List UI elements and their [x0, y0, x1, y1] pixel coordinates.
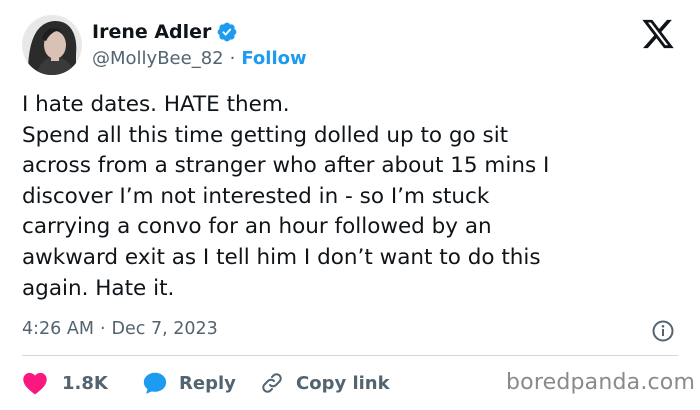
like-button[interactable]: 1.8K: [22, 371, 142, 395]
link-icon: [260, 371, 284, 395]
reply-button[interactable]: Reply: [142, 370, 260, 396]
tweet-date: Dec 7, 2023: [111, 319, 218, 339]
divider: [22, 355, 678, 356]
tweet-text: I hate dates. HATE them. Spend all this …: [22, 90, 682, 304]
timestamp-separator: ·: [99, 319, 106, 339]
handle-separator: ·: [229, 48, 236, 69]
like-count: 1.8K: [62, 372, 108, 394]
speech-bubble-icon: [142, 370, 168, 396]
action-bar: 1.8K Reply Copy link: [22, 368, 390, 398]
tweet-line: awkward exit as I tell him I don’t want …: [22, 244, 541, 270]
avatar-photo: [22, 15, 82, 75]
tweet-line: carrying a convo for an hour followed by…: [22, 214, 492, 240]
copy-link-label: Copy link: [296, 372, 390, 394]
tweet-timestamp[interactable]: 4:26 AM · Dec 7, 2023: [22, 315, 218, 343]
tweet-line: again. Hate it.: [22, 275, 175, 301]
reply-label: Reply: [179, 372, 236, 394]
tweet-line: I hate dates. HATE them.: [22, 92, 290, 117]
avatar[interactable]: [22, 15, 82, 75]
verified-badge-icon: [216, 21, 238, 43]
author-handle[interactable]: @MollyBee_82: [92, 46, 224, 72]
heart-icon: [22, 371, 48, 395]
tweet-line: Spend all this time getting dolled up to…: [22, 122, 509, 148]
author-display-name[interactable]: Irene Adler: [92, 18, 211, 46]
copy-link-button[interactable]: Copy link: [260, 371, 390, 395]
x-logo-icon[interactable]: [640, 18, 676, 50]
author-handle-row: @MollyBee_82 · Follow: [92, 46, 307, 72]
follow-button[interactable]: Follow: [241, 46, 306, 72]
tweet-time: 4:26 AM: [22, 319, 94, 339]
author-name-row: Irene Adler: [92, 18, 238, 46]
info-icon[interactable]: [651, 319, 675, 343]
tweet-line: across from a stranger who after about 1…: [22, 153, 550, 179]
watermark: boredpanda.com: [506, 370, 696, 395]
tweet-line: discover I’m not interested in - so I’m …: [22, 183, 490, 209]
